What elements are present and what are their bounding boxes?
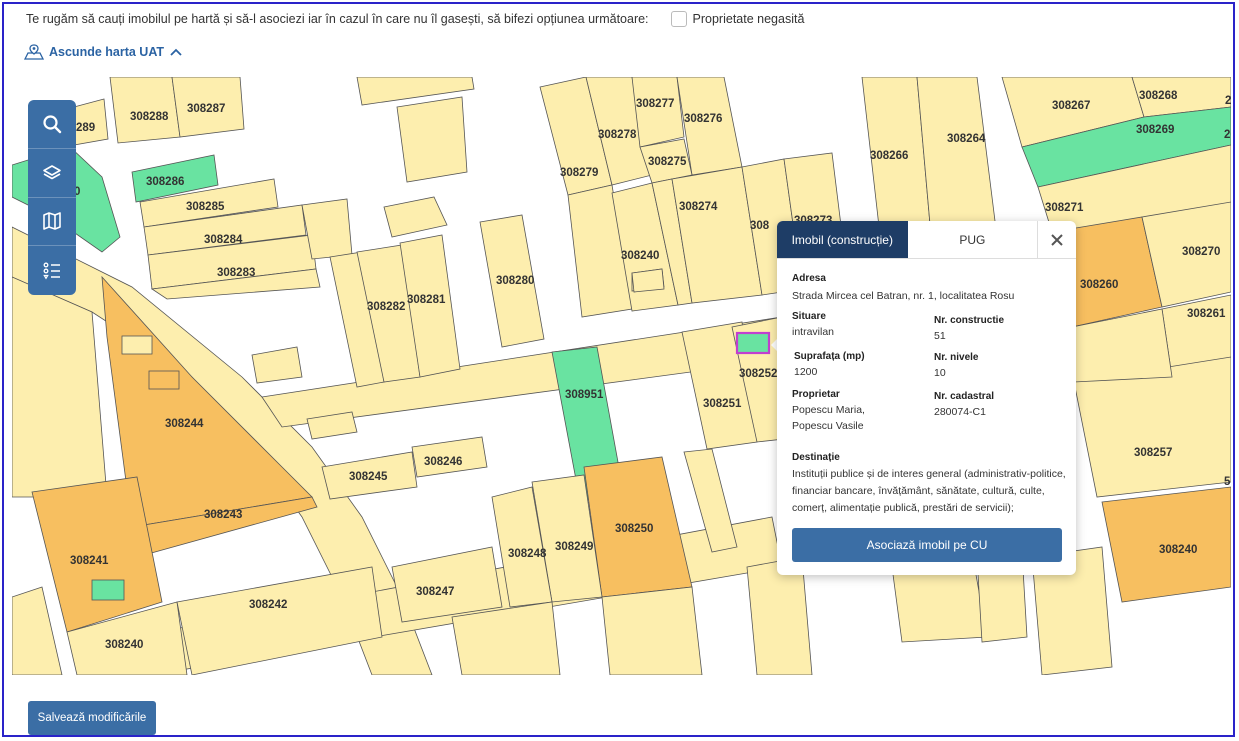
nr-nivele-label: Nr. nivele — [934, 352, 979, 363]
legend-icon — [43, 262, 60, 280]
parcel-info-popup: Imobil (construcție) PUG Adresa Strada M… — [777, 221, 1076, 575]
parcel-label: 26 — [1224, 129, 1231, 141]
situare-label: Situare — [792, 311, 826, 322]
close-button[interactable] — [1037, 221, 1076, 258]
property-not-found-checkbox[interactable] — [670, 11, 687, 27]
parcel-label: 308271 — [1045, 202, 1084, 214]
proprietar-value-2: Popescu Vasile — [792, 420, 864, 432]
save-changes-button[interactable]: Salvează modificările — [28, 701, 156, 735]
parcel-label: 308279 — [560, 167, 598, 179]
hide-map-label: Ascunde harta UAT — [49, 45, 165, 59]
map-pin-icon — [24, 44, 44, 60]
parcel-label: 2 — [1225, 95, 1231, 107]
parcel-label: 308277 — [636, 98, 674, 110]
suprafata-value: 1200 — [794, 366, 818, 378]
parcel-label: 308244 — [165, 418, 204, 430]
parcel-label: 308260 — [1080, 279, 1118, 291]
parcel-label: 308247 — [416, 586, 454, 598]
situare-value: intravilan — [792, 326, 835, 338]
layers-button[interactable] — [28, 149, 76, 198]
nr-cadastral-label: Nr. cadastral — [934, 391, 995, 402]
parcel-label: 308249 — [555, 541, 593, 553]
instructions-text: Te rugăm să cauți imobilul pe hartă și s… — [26, 12, 649, 26]
parcel-label: 308261 — [1187, 308, 1226, 320]
parcel-label: 308268 — [1139, 90, 1178, 102]
parcel-label: 5 — [1224, 476, 1231, 488]
destinatie-value: Instituții publice și de interes general… — [792, 468, 1066, 514]
parcel-label: 308252 — [739, 368, 777, 380]
parcel-label: 308285 — [186, 201, 225, 213]
parcel-label: 308270 — [1182, 246, 1220, 258]
adresa-value: Strada Mircea cel Batran, nr. 1, localit… — [792, 290, 1015, 302]
destinatie-label: Destinație — [792, 452, 840, 463]
hide-map-toggle[interactable]: Ascunde harta UAT — [24, 44, 187, 60]
parcel-label: 308283 — [217, 267, 255, 279]
search-button[interactable] — [28, 100, 76, 149]
adresa-label: Adresa — [792, 273, 826, 284]
nr-cadastral-value: 280074-C1 — [934, 406, 986, 418]
parcel-label: 308243 — [204, 509, 242, 521]
nr-constructie-value: 51 — [934, 330, 946, 342]
associate-button[interactable]: Asociază imobil pe CU — [792, 528, 1062, 562]
parcel-label: 308281 — [407, 294, 446, 306]
parcel-label: 308248 — [508, 548, 547, 560]
parcel-label: 308274 — [679, 201, 718, 213]
parcel-label: 308275 — [648, 156, 687, 168]
suprafata-label: Suprafața (mp) — [794, 351, 865, 362]
parcel-label: 308266 — [870, 150, 908, 162]
popup-body: Adresa Strada Mircea cel Batran, nr. 1, … — [777, 259, 1076, 514]
parcel-label: 308257 — [1134, 447, 1172, 459]
layers-icon — [43, 164, 61, 179]
parcel-label: 308250 — [615, 523, 653, 535]
parcel-label: 308 — [750, 220, 770, 232]
popup-tabs: Imobil (construcție) PUG — [777, 221, 1076, 259]
parcel-label: 308288 — [130, 111, 169, 123]
parcel-label: 308251 — [703, 398, 742, 410]
parcel-label: 308287 — [187, 103, 225, 115]
parcel-label: 308240 — [105, 639, 143, 651]
parcel-label: 308241 — [70, 555, 109, 567]
parcel-label: 308951 — [565, 389, 604, 401]
property-not-found-label[interactable]: Proprietate negasită — [693, 12, 805, 26]
close-icon — [1051, 233, 1063, 246]
parcel-label: 308278 — [598, 129, 637, 141]
instructions-bar: Te rugăm să cauți imobilul pe hartă și s… — [26, 11, 804, 27]
parcel-label: 308280 — [496, 275, 534, 287]
proprietar-value-1: Popescu Maria, — [792, 404, 865, 416]
tab-pug[interactable]: PUG — [908, 221, 1038, 258]
parcel-label: 308240 — [621, 250, 659, 262]
parcel-label: 308276 — [684, 113, 722, 125]
chevron-up-icon — [170, 48, 182, 56]
parcel-label: 308267 — [1052, 100, 1090, 112]
parcel-label: 308284 — [204, 234, 243, 246]
tab-imobil[interactable]: Imobil (construcție) — [777, 221, 908, 258]
map-button[interactable] — [28, 198, 76, 247]
map-icon — [43, 212, 61, 231]
parcel-label: 308269 — [1136, 124, 1174, 136]
parcel-label: 308246 — [424, 456, 462, 468]
parcel-label: 308242 — [249, 599, 287, 611]
parcel-label: 308286 — [146, 176, 184, 188]
parcel-label: 308240 — [1159, 544, 1197, 556]
search-icon — [43, 115, 62, 134]
parcel-label: 308264 — [947, 133, 986, 145]
map-toolbar — [28, 100, 76, 295]
nr-constructie-label: Nr. constructie — [934, 315, 1005, 326]
parcel-label: 308245 — [349, 471, 388, 483]
parcel-label: 289 — [76, 122, 95, 134]
nr-nivele-value: 10 — [934, 367, 946, 379]
proprietar-label: Proprietar — [792, 389, 840, 400]
legend-button[interactable] — [28, 246, 76, 295]
parcel-label: 308282 — [367, 301, 405, 313]
